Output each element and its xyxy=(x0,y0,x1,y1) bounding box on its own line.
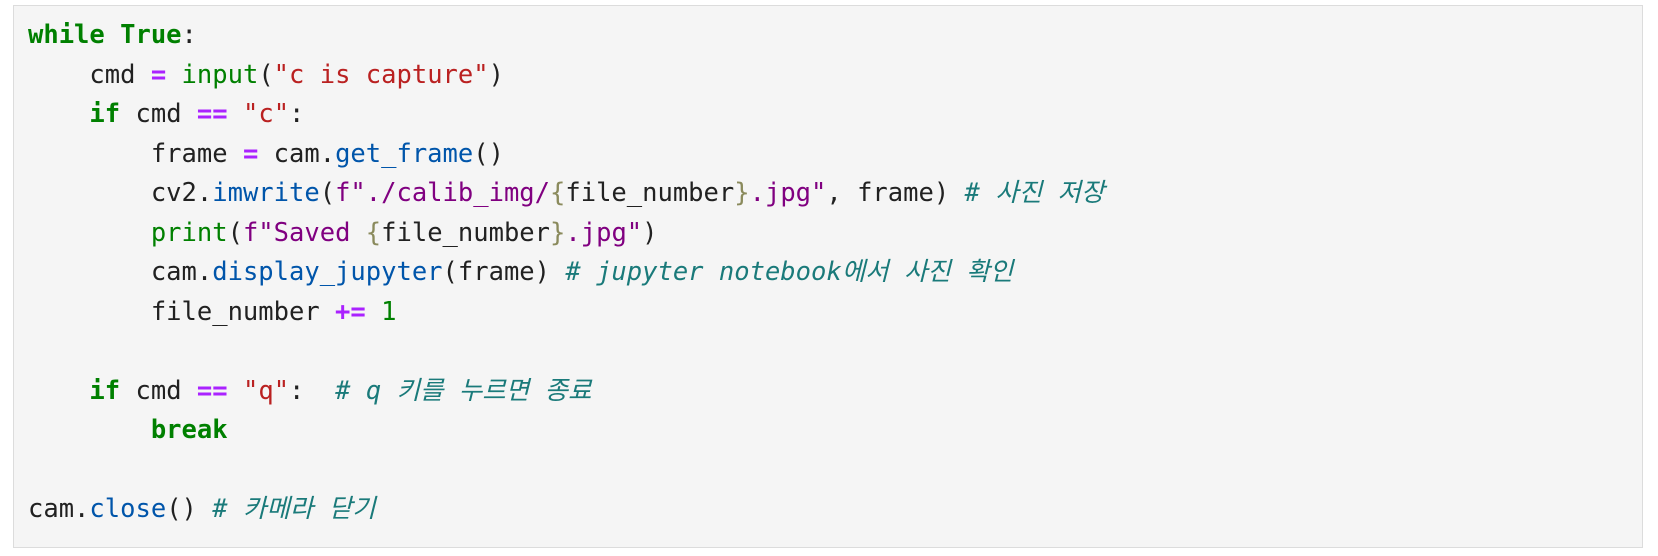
code-line-6: print(f"Saved {file_number}.jpg") xyxy=(28,214,1104,254)
code-token: } xyxy=(734,178,750,208)
code-comment: # 사진 저장 xyxy=(964,178,1105,208)
code-token: { xyxy=(365,217,382,248)
code-token: (frame) xyxy=(442,257,566,287)
code-line-1: while True: xyxy=(28,16,1104,56)
code-token: } xyxy=(550,217,566,248)
code-line-5: cv2.imwrite(f"./calib_img/{file_number}.… xyxy=(28,174,1105,214)
code-token: if xyxy=(89,99,121,129)
code-token: input xyxy=(181,59,259,90)
code-token: while xyxy=(28,20,105,50)
code-comment: # 카메라 닫기 xyxy=(212,494,376,524)
code-token: imwrite xyxy=(212,178,320,208)
code-token: True xyxy=(120,20,182,50)
code-token: += xyxy=(335,296,366,327)
code-token: print xyxy=(150,217,228,248)
code-token: == xyxy=(196,375,228,406)
code-token: display_jupyter xyxy=(212,257,443,287)
code-token: ( xyxy=(227,217,243,248)
code-token: == xyxy=(196,99,228,129)
code-line-13: cam.close() # 카메라 닫기 xyxy=(28,490,1104,530)
code-token: 1 xyxy=(381,296,397,327)
code-token: f"Saved xyxy=(242,217,366,248)
code-comment: # q 키를 누르면 종료 xyxy=(335,375,592,406)
code-token: ( xyxy=(258,59,274,90)
code-token: .jpg" xyxy=(565,217,643,248)
code-token: ) xyxy=(488,59,504,90)
code-token: : xyxy=(289,375,336,406)
code-token: break xyxy=(150,415,228,445)
code-token: "q" xyxy=(242,375,290,406)
code-token: , frame) xyxy=(826,178,965,208)
code-line-3: if cmd == "c": xyxy=(28,95,1104,135)
code-token: cam. xyxy=(28,257,213,287)
code-token: get_frame xyxy=(335,138,474,169)
code-token: "c is capture" xyxy=(273,59,489,90)
code-token: if xyxy=(89,375,121,406)
code-line-7: cam.display_jupyter(frame) # jupyter not… xyxy=(28,253,1104,293)
code-token: cam. xyxy=(258,138,336,169)
code-line-10: if cmd == "q": # q 키를 누르면 종료 xyxy=(28,372,1104,412)
code-token: () xyxy=(473,138,504,169)
code-token: cmd xyxy=(120,99,197,129)
code-line-11: break xyxy=(28,411,1104,451)
code-token: ) xyxy=(642,217,658,248)
code-token: "c" xyxy=(242,99,290,129)
code-token: cv2. xyxy=(28,178,213,208)
code-token: cmd xyxy=(120,375,197,406)
code-line-2: cmd = input("c is capture") xyxy=(28,56,1104,96)
code-token: cam. xyxy=(28,494,90,524)
code-token: file_number xyxy=(381,217,551,248)
code-token: f"./calib_img/ xyxy=(335,178,550,208)
code-token: : xyxy=(181,20,197,50)
code-token: file_number xyxy=(28,296,336,327)
code-token: = xyxy=(242,138,259,169)
code-line-8: file_number += 1 xyxy=(28,293,1104,333)
code-token: close xyxy=(89,494,167,524)
code-editor[interactable]: while True: cmd = input("c is capture") … xyxy=(28,16,1104,530)
code-token: file_number xyxy=(565,178,735,208)
code-token: : xyxy=(289,99,305,129)
code-token: ( xyxy=(319,178,336,208)
code-line-4: frame = cam.get_frame() xyxy=(28,135,1104,175)
code-token: .jpg" xyxy=(749,178,827,208)
code-cell[interactable]: while True: cmd = input("c is capture") … xyxy=(13,5,1643,548)
code-token: { xyxy=(550,178,566,208)
code-token: = xyxy=(150,59,167,90)
code-token: () xyxy=(166,494,213,524)
code-token: frame xyxy=(28,138,243,169)
code-comment: # jupyter notebook에서 사진 확인 xyxy=(565,257,1014,287)
code-token: cmd xyxy=(28,59,151,90)
